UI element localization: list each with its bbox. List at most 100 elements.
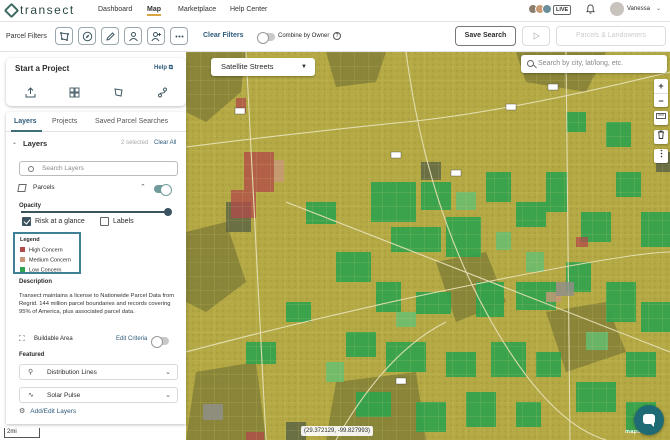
parcel-filter-bar: Parcel Filters Clear Filters Combine by … <box>0 22 670 52</box>
user-name[interactable]: Vanessa <box>627 6 650 12</box>
legend-label-high: High Concern <box>29 247 63 254</box>
legend-item-high: High Concern <box>20 247 63 254</box>
selected-count: 2 selected <box>121 140 149 146</box>
polygon-filter-button[interactable] <box>55 27 73 45</box>
buildable-area-row[interactable]: ⛶ Buildable Area Edit Criteria <box>6 334 186 348</box>
route-button[interactable] <box>155 87 169 99</box>
search-icon <box>28 166 34 172</box>
combine-by-owner-toggle[interactable] <box>257 32 275 44</box>
opacity-slider-handle[interactable] <box>164 208 172 216</box>
add-edit-layers-button[interactable]: ⚙ Add/Edit Layers <box>19 407 76 415</box>
featured-label: Featured <box>19 352 45 358</box>
live-user-avatars[interactable] <box>528 4 552 14</box>
logo-text: transect <box>20 3 75 17</box>
polygon-filter-icon <box>59 31 69 41</box>
legend-item-low: Low Concern <box>20 267 61 274</box>
pulse-icon: ∿ <box>28 392 34 399</box>
legend: Legend High Concern Medium Concern Low C… <box>13 232 81 274</box>
help-icon[interactable]: ? <box>333 32 341 40</box>
edit-criteria-link[interactable]: Edit Criteria <box>116 336 147 342</box>
play-button[interactable] <box>522 26 550 46</box>
avatar <box>542 4 552 14</box>
map-more-button[interactable] <box>654 149 668 163</box>
buildable-area-label: Buildable Area <box>34 336 73 342</box>
delete-button[interactable] <box>654 130 668 144</box>
pencil-filter-button[interactable] <box>101 27 119 45</box>
chevron-down-icon[interactable]: ⌄ <box>12 139 17 146</box>
buildable-area-toggle[interactable] <box>151 336 169 348</box>
featured-distribution-lines[interactable]: ⚲ Distribution Lines ⌄ <box>19 364 178 380</box>
chat-button[interactable] <box>634 405 664 435</box>
tab-layers[interactable]: Layers <box>14 118 37 125</box>
tab-projects[interactable]: Projects <box>52 118 77 125</box>
legend-swatch-high <box>20 247 25 252</box>
featured-solar-pulse[interactable]: ∿ Solar Pulse ⌄ <box>19 387 178 403</box>
risk-at-a-glance-label: Risk at a glance <box>35 218 85 225</box>
transect-logo[interactable]: transect <box>3 2 75 18</box>
satellite-map[interactable] <box>186 52 670 440</box>
draw-polygon-button[interactable] <box>111 87 125 99</box>
layers-section-title: Layers <box>23 139 48 148</box>
layer-search-placeholder: Search Layers <box>42 165 84 172</box>
featured-distribution-lines-label: Distribution Lines <box>47 369 97 376</box>
zoom-in-button[interactable]: + <box>654 79 668 93</box>
featured-solar-pulse-label: Solar Pulse <box>47 392 81 399</box>
nav-link-map[interactable]: Map <box>147 6 161 16</box>
clear-all-button[interactable]: Clear All <box>154 140 176 146</box>
description-text: Transect maintains a license to Nationwi… <box>19 293 175 315</box>
help-link-label: Help <box>154 65 168 71</box>
measure-button[interactable] <box>654 111 668 125</box>
clear-filters-button[interactable]: Clear Filters <box>203 32 243 39</box>
user-plus-filter-button[interactable] <box>147 27 165 45</box>
chevron-up-icon[interactable]: ⌃ <box>140 183 146 191</box>
compass-filter-button[interactable] <box>78 27 96 45</box>
nav-link-marketplace[interactable]: Marketplace <box>178 6 216 13</box>
tab-saved-parcel-searches[interactable]: Saved Parcel Searches <box>95 118 168 125</box>
description-title: Description <box>19 279 53 285</box>
labels-checkbox[interactable] <box>100 217 109 226</box>
legend-swatch-medium <box>20 257 25 262</box>
help-link[interactable]: Help ⧉ <box>154 65 173 72</box>
combine-by-owner-label: Combine by Owner <box>278 33 330 39</box>
basemap-value: Satellite Streets <box>221 62 274 71</box>
start-project-card: Start a Project Help ⧉ <box>6 58 186 106</box>
user-plus-filter-icon <box>150 31 161 41</box>
parcels-layer-toggle[interactable] <box>154 184 172 196</box>
opacity-label: Opacity <box>19 203 42 209</box>
live-badge: LIVE <box>553 5 572 15</box>
user-avatar[interactable] <box>610 2 624 16</box>
parcel-filters-label: Parcel Filters <box>6 33 47 40</box>
parcels-layer-row[interactable]: Parcels ⌃ <box>6 182 186 197</box>
active-tab-indicator <box>11 130 42 132</box>
search-icon <box>527 60 534 67</box>
add-edit-layers-label: Add/Edit Layers <box>30 408 77 415</box>
nav-link-dashboard[interactable]: Dashboard <box>98 6 132 13</box>
basemap-select[interactable]: Satellite Streets ▼ <box>211 58 315 76</box>
polygon-draw-icon <box>113 88 123 97</box>
nav-link-help-center[interactable]: Help Center <box>230 6 267 13</box>
notification-bell-icon[interactable] <box>586 4 595 14</box>
parcels-landowners-button[interactable]: Parcels & Landowners <box>556 26 666 46</box>
map-search-input[interactable]: Search by city, lat/long, etc. <box>521 55 667 73</box>
save-search-button[interactable]: Save Search <box>455 26 516 46</box>
start-project-title: Start a Project <box>15 64 70 73</box>
trash-icon <box>658 130 664 139</box>
layer-search-input[interactable]: Search Layers <box>19 161 178 176</box>
chevron-down-icon[interactable]: ⌄ <box>656 5 661 12</box>
more-options-button[interactable] <box>170 27 188 45</box>
play-icon <box>533 32 540 40</box>
map-canvas[interactable] <box>186 52 670 440</box>
pencil-filter-icon <box>105 31 115 41</box>
zoom-out-button[interactable]: − <box>654 93 668 107</box>
grid-select-button[interactable] <box>67 87 81 99</box>
risk-at-a-glance-checkbox[interactable] <box>22 217 31 226</box>
labels-label: Labels <box>113 218 134 225</box>
more-icon <box>175 35 183 37</box>
opacity-slider-track[interactable] <box>21 211 171 213</box>
parcels-layer-label: Parcels <box>33 184 55 191</box>
owner-filter-button[interactable] <box>124 27 142 45</box>
upload-button[interactable] <box>23 87 37 99</box>
ruler-icon <box>656 113 666 119</box>
cursor-coordinates: (29.372129, -99.827993) <box>301 426 374 436</box>
map-scale: 2mi <box>4 428 40 438</box>
